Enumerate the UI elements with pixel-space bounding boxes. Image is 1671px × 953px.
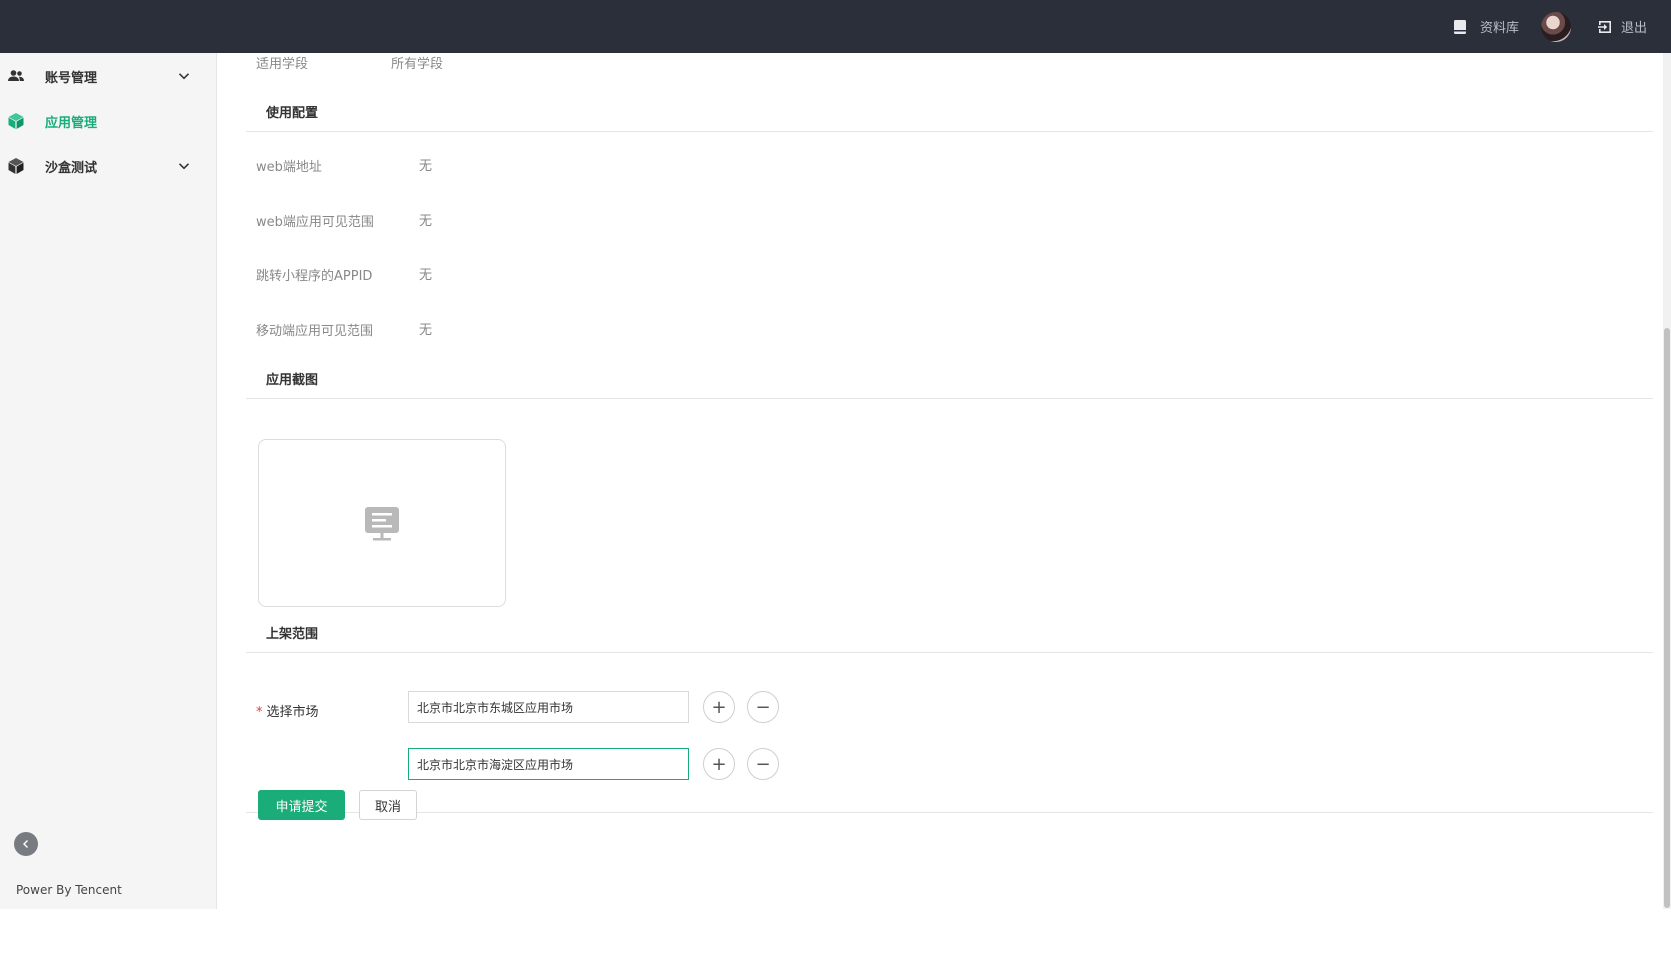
required-mark: * — [256, 705, 263, 720]
main-content: 适用学段 所有学段 使用配置 web端地址 无 web端应用可见范围 无 跳转小… — [218, 53, 1653, 909]
logout-button[interactable]: 退出 — [1597, 17, 1647, 36]
web-visibility-label: web端应用可见范围 — [256, 215, 374, 230]
image-placeholder-icon — [365, 507, 399, 541]
sidebar-item-label: 沙盒测试 — [45, 160, 98, 176]
mini-program-appid-label: 跳转小程序的APPID — [256, 269, 373, 284]
applicable-stage-label: 适用学段 — [256, 57, 309, 72]
logout-icon — [1597, 20, 1611, 33]
divider — [246, 131, 1653, 132]
collapse-sidebar-button[interactable] — [14, 832, 38, 856]
divider — [246, 812, 1653, 813]
market-input-2[interactable] — [408, 748, 689, 780]
web-visibility-value: 无 — [419, 214, 433, 229]
scrollbar[interactable] — [1663, 53, 1671, 909]
cube-icon — [8, 113, 24, 129]
sidebar-item-sandbox-test[interactable]: 沙盒测试 — [0, 146, 217, 186]
remove-market-button[interactable]: − — [747, 691, 779, 723]
mini-program-appid-value: 无 — [419, 268, 433, 283]
avatar[interactable] — [1540, 11, 1571, 42]
chevron-down-icon — [178, 73, 190, 80]
mobile-visibility-label: 移动端应用可见范围 — [256, 324, 374, 339]
library-label: 资料库 — [1479, 21, 1519, 36]
submit-application-button[interactable]: 申请提交 — [258, 790, 345, 820]
web-address-label: web端地址 — [256, 160, 322, 175]
sidebar: 账号管理 应用管理 沙盒测试 Power By Tencent — [0, 53, 217, 909]
top-bar-actions: 资料库 退出 — [1452, 0, 1647, 53]
box-icon — [8, 158, 24, 174]
users-icon — [8, 70, 24, 81]
market-input-1[interactable] — [408, 691, 689, 723]
section-title-screenshots: 应用截图 — [266, 373, 319, 388]
top-bar: 资料库 退出 — [0, 0, 1671, 53]
web-address-value: 无 — [419, 159, 433, 174]
scrollbar-thumb[interactable] — [1664, 328, 1670, 908]
section-title-listing-scope: 上架范围 — [266, 627, 319, 642]
mobile-visibility-value: 无 — [419, 323, 433, 338]
sidebar-item-app-management[interactable]: 应用管理 — [0, 101, 217, 141]
applicable-stage-value: 所有学段 — [391, 57, 444, 72]
sidebar-footer: Power By Tencent — [16, 883, 122, 897]
market-field-label: * 选择市场 — [256, 701, 319, 720]
remove-market-button[interactable]: − — [747, 748, 779, 780]
sidebar-item-account[interactable]: 账号管理 — [0, 56, 217, 96]
add-market-button[interactable]: + — [703, 691, 735, 723]
library-link[interactable]: 资料库 — [1452, 17, 1519, 36]
screenshot-upload-box[interactable] — [258, 439, 506, 607]
sidebar-item-label: 应用管理 — [45, 115, 98, 131]
logout-label: 退出 — [1620, 21, 1647, 36]
market-label-text: 选择市场 — [266, 705, 319, 720]
divider — [246, 398, 1653, 399]
chevron-down-icon — [178, 163, 190, 170]
bottom-strip — [0, 909, 1671, 953]
chevron-left-icon — [23, 840, 28, 848]
cancel-button[interactable]: 取消 — [359, 790, 417, 820]
sidebar-item-label: 账号管理 — [45, 70, 98, 86]
book-icon — [1453, 19, 1466, 34]
section-title-usage-config: 使用配置 — [266, 106, 319, 121]
divider — [246, 652, 1653, 653]
add-market-button[interactable]: + — [703, 748, 735, 780]
